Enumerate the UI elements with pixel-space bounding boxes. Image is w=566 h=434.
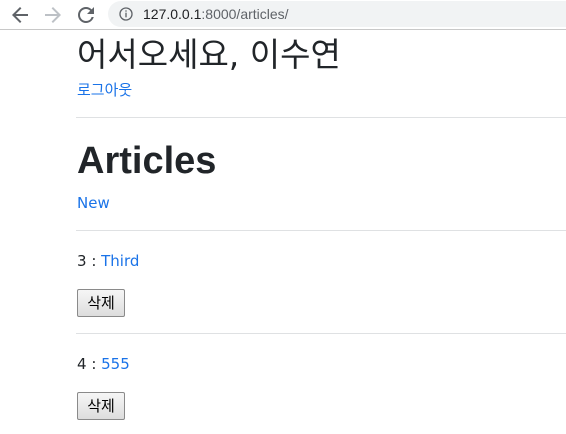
reload-icon[interactable] bbox=[74, 3, 98, 27]
url-text: 127.0.0.1:8000/articles/ bbox=[143, 5, 289, 23]
article-item: 3 : Third bbox=[77, 251, 139, 271]
address-bar[interactable]: 127.0.0.1:8000/articles/ bbox=[108, 1, 566, 27]
article-title-link[interactable]: Third bbox=[101, 252, 139, 270]
delete-button[interactable]: 삭제 bbox=[77, 392, 125, 420]
greeting-heading: 어서오세요, 이수연 bbox=[77, 35, 341, 74]
url-path: :8000/articles/ bbox=[201, 6, 289, 22]
delete-button[interactable]: 삭제 bbox=[77, 289, 125, 317]
article-item: 4 : 555 bbox=[77, 354, 130, 374]
article-title-link[interactable]: 555 bbox=[101, 355, 130, 373]
info-icon[interactable] bbox=[118, 6, 134, 22]
article-separator: : bbox=[86, 355, 102, 373]
page-title: Articles bbox=[77, 140, 217, 182]
divider bbox=[76, 333, 566, 334]
new-article-link[interactable]: New bbox=[77, 193, 110, 213]
logout-link[interactable]: 로그아웃 bbox=[77, 80, 132, 100]
back-arrow-icon[interactable] bbox=[8, 3, 32, 27]
url-host: 127.0.0.1 bbox=[143, 6, 202, 22]
forward-arrow-icon[interactable] bbox=[41, 3, 65, 27]
divider bbox=[76, 117, 566, 118]
article-id: 3 bbox=[77, 252, 87, 270]
divider bbox=[76, 230, 566, 231]
browser-toolbar: 127.0.0.1:8000/articles/ bbox=[0, 0, 566, 30]
article-separator: : bbox=[86, 252, 102, 270]
article-id: 4 bbox=[77, 355, 87, 373]
